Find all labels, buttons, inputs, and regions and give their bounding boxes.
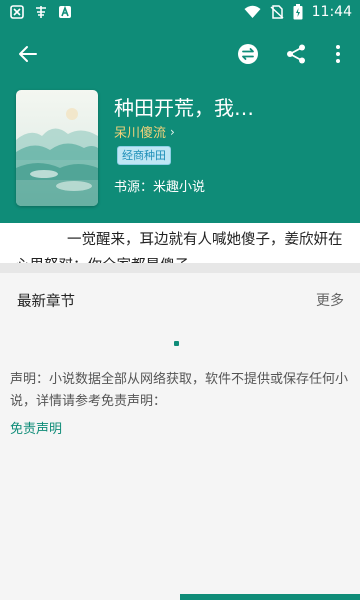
status-time: 11:44 — [311, 4, 352, 20]
book-cover-image[interactable] — [16, 90, 98, 206]
no-sim-icon — [270, 5, 284, 19]
status-bar-right-icons: 11:44 — [244, 4, 352, 20]
book-header: 种田开荒，我… 呆川傻流 › 经商种田 书源：米趣小说 — [0, 26, 360, 223]
more-vert-icon — [336, 45, 340, 63]
status-bar-left-icons — [10, 5, 72, 19]
loading-indicator — [174, 341, 179, 346]
category-tag[interactable]: 经商种田 — [117, 146, 171, 165]
app-notification-icon — [36, 6, 46, 18]
book-source[interactable]: 书源：米趣小说 — [114, 176, 205, 195]
share-icon — [287, 44, 305, 64]
cover-illustration — [16, 90, 98, 206]
latest-chapters-title: 最新章节 — [17, 294, 75, 310]
battery-charging-icon — [293, 4, 303, 20]
more-options-button[interactable] — [318, 34, 358, 74]
app-bar — [0, 26, 360, 82]
share-button[interactable] — [276, 34, 316, 74]
a-badge-icon — [59, 5, 71, 18]
latest-chapters-section: 最新章节 更多 声明：小说数据全部从网络获取，软件不提供或保存任何小说，详情请参… — [0, 273, 360, 600]
disclaimer-link[interactable]: 免责声明 — [10, 418, 62, 437]
status-bar: 11:44 — [0, 0, 360, 26]
back-button[interactable] — [8, 34, 48, 74]
disclaimer-text: 声明：小说数据全部从网络获取，软件不提供或保存任何小说，详情请参考免责声明： — [10, 372, 349, 409]
author-name: 呆川傻流 — [114, 126, 167, 141]
switch-source-button[interactable] — [228, 34, 268, 74]
close-notification-icon — [10, 5, 24, 19]
swap-source-icon — [238, 44, 258, 64]
more-chapters-link[interactable]: 更多 — [316, 290, 344, 310]
book-title: 种田开荒，我… — [114, 96, 254, 120]
section-divider — [0, 263, 360, 273]
summary-card: 一觉醒来，耳边就有人喊她傻子，姜欣妍在心里怒怼：你全家都是傻子。 — [0, 223, 360, 274]
wifi-icon — [244, 5, 261, 18]
arrow-back-icon — [19, 46, 37, 62]
author-link[interactable]: 呆川傻流 › — [114, 122, 175, 142]
bottom-action-bar[interactable] — [180, 594, 360, 600]
chevron-right-icon: › — [170, 124, 175, 139]
